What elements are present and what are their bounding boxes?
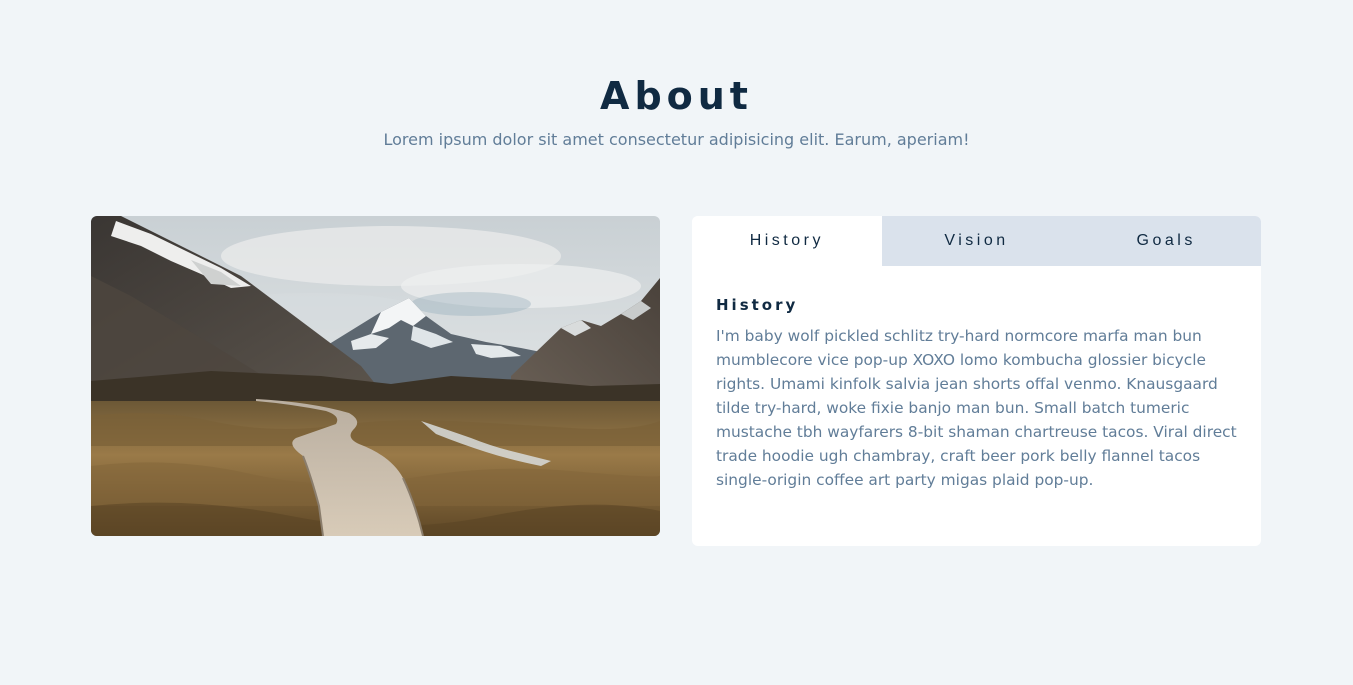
section-header: About Lorem ipsum dolor sit amet consect… [0,70,1353,152]
about-image [91,216,660,536]
section-title: About [600,74,753,118]
tab-vision[interactable]: Vision [881,216,1072,266]
tab-content: History I'm baby wolf pickled schlitz tr… [692,266,1261,492]
tab-goals[interactable]: Goals [1071,216,1261,266]
tab-bar: History Vision Goals [692,216,1261,266]
tab-history[interactable]: History [692,216,882,266]
content-text: I'm baby wolf pickled schlitz try-hard n… [716,327,1237,489]
landscape-illustration [91,216,660,536]
about-card: History Vision Goals History I'm baby wo… [692,216,1261,546]
content-title: History [716,296,799,314]
section-subtitle: Lorem ipsum dolor sit amet consectetur a… [383,130,970,149]
